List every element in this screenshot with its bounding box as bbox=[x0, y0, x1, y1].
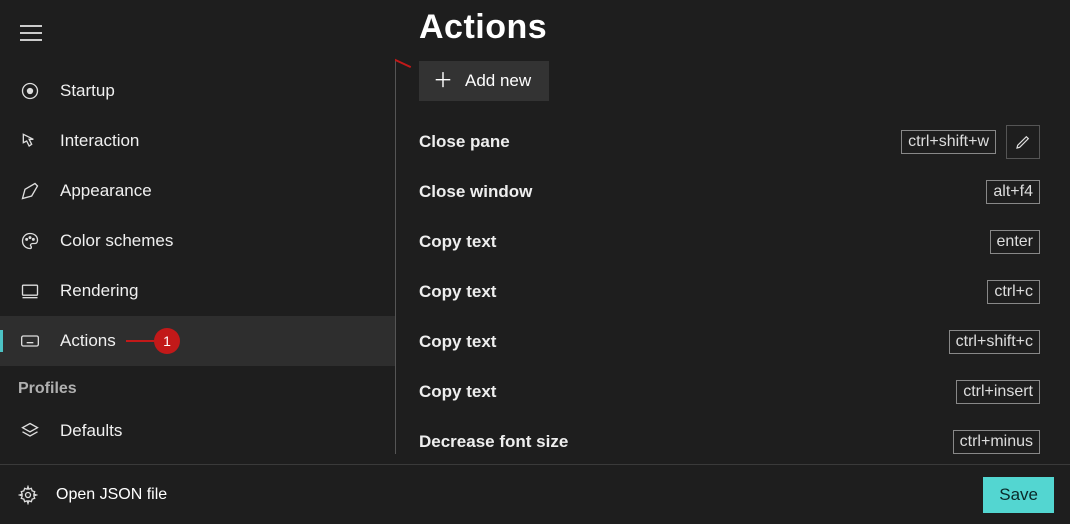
sidebar-item-label: Defaults bbox=[60, 421, 122, 441]
sidebar-item-label: Rendering bbox=[60, 281, 138, 301]
key-badge: ctrl+insert bbox=[956, 380, 1040, 404]
sidebar-item-label: Appearance bbox=[60, 181, 152, 201]
hamburger-menu-button[interactable] bbox=[20, 18, 60, 48]
action-label: Decrease font size bbox=[419, 432, 568, 452]
sidebar-item-label: Color schemes bbox=[60, 231, 173, 251]
profiles-section-header: Profiles bbox=[0, 366, 395, 406]
keyboard-icon bbox=[18, 329, 42, 353]
sidebar-item-defaults[interactable]: Defaults bbox=[0, 406, 395, 456]
sidebar-item-label: Startup bbox=[60, 81, 115, 101]
main-panel: Actions 2 ＋ Add new Close pane ctrl+shif… bbox=[395, 0, 1070, 464]
add-new-label: Add new bbox=[465, 71, 531, 91]
key-badge: enter bbox=[990, 230, 1040, 254]
action-label: Copy text bbox=[419, 282, 496, 302]
sidebar-item-colorschemes[interactable]: Color schemes bbox=[0, 216, 395, 266]
action-row[interactable]: Copy text ctrl+shift+c bbox=[419, 317, 1040, 367]
layers-icon bbox=[18, 419, 42, 443]
appearance-icon bbox=[18, 179, 42, 203]
interaction-icon bbox=[18, 129, 42, 153]
footer-bar: Open JSON file Save bbox=[0, 464, 1070, 524]
key-badge: alt+f4 bbox=[986, 180, 1040, 204]
action-label: Copy text bbox=[419, 382, 496, 402]
action-row[interactable]: Copy text enter bbox=[419, 217, 1040, 267]
sidebar-item-rendering[interactable]: Rendering bbox=[0, 266, 395, 316]
sidebar-item-appearance[interactable]: Appearance bbox=[0, 166, 395, 216]
plus-icon: ＋ bbox=[433, 71, 453, 91]
action-row[interactable]: Close window alt+f4 bbox=[419, 167, 1040, 217]
action-row[interactable]: Decrease font size ctrl+minus bbox=[419, 417, 1040, 464]
callout-line-2 bbox=[395, 56, 411, 68]
pencil-icon bbox=[1015, 134, 1031, 150]
palette-icon bbox=[18, 229, 42, 253]
add-new-button[interactable]: ＋ Add new bbox=[419, 61, 549, 101]
sidebar-item-interaction[interactable]: Interaction bbox=[0, 116, 395, 166]
key-badge: ctrl+c bbox=[987, 280, 1040, 304]
open-json-button[interactable]: Open JSON file bbox=[18, 485, 167, 505]
page-title: Actions bbox=[419, 8, 1040, 47]
action-label: Copy text bbox=[419, 232, 496, 252]
startup-icon bbox=[18, 79, 42, 103]
action-row[interactable]: Copy text ctrl+c bbox=[419, 267, 1040, 317]
sidebar-item-label: Actions bbox=[60, 331, 116, 351]
action-label: Copy text bbox=[419, 332, 496, 352]
key-badge: ctrl+shift+c bbox=[949, 330, 1040, 354]
sidebar-item-label: Interaction bbox=[60, 131, 139, 151]
sidebar-item-actions[interactable]: Actions 1 bbox=[0, 316, 395, 366]
action-row[interactable]: Close pane ctrl+shift+w bbox=[419, 117, 1040, 167]
action-label: Close window bbox=[419, 182, 532, 202]
key-badge: ctrl+shift+w bbox=[901, 130, 996, 154]
edit-action-button[interactable] bbox=[1006, 125, 1040, 159]
gear-icon bbox=[18, 485, 38, 505]
open-json-label: Open JSON file bbox=[56, 486, 167, 504]
save-button[interactable]: Save bbox=[983, 477, 1054, 513]
action-row[interactable]: Copy text ctrl+insert bbox=[419, 367, 1040, 417]
callout-line-1 bbox=[126, 340, 156, 342]
key-badge: ctrl+minus bbox=[953, 430, 1040, 454]
sidebar: Startup Interaction Appearance Color sch… bbox=[0, 0, 395, 464]
callout-badge-1: 1 bbox=[154, 328, 180, 354]
action-label: Close pane bbox=[419, 132, 510, 152]
sidebar-item-startup[interactable]: Startup bbox=[0, 66, 395, 116]
rendering-icon bbox=[18, 279, 42, 303]
